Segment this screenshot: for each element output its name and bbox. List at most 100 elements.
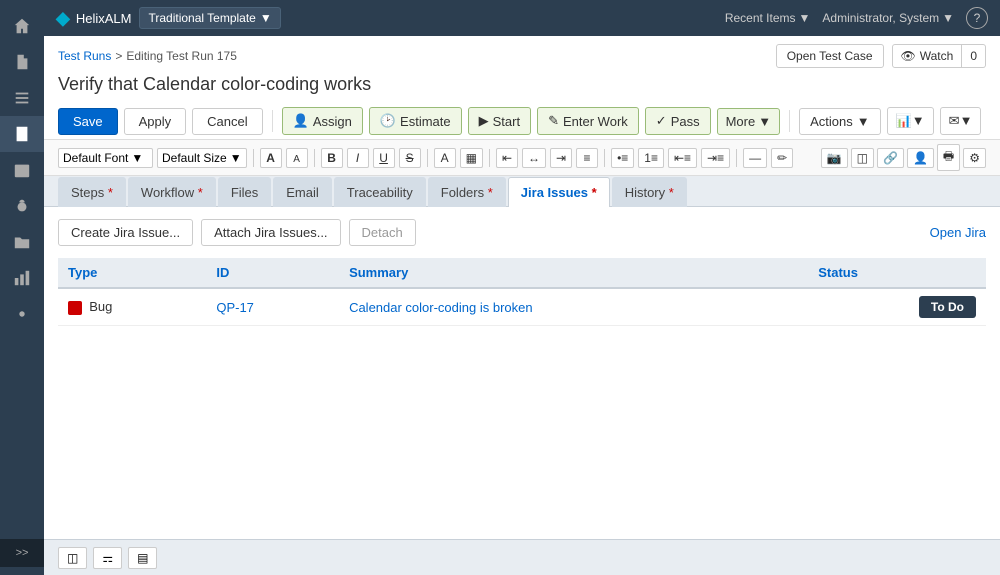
insert-person[interactable]: 👤 <box>907 148 934 168</box>
help-button[interactable]: ? <box>966 7 988 29</box>
tab-files[interactable]: Files <box>218 177 271 207</box>
open-jira-link[interactable]: Open Jira <box>930 225 986 240</box>
cancel-button[interactable]: Cancel <box>192 108 262 135</box>
enter-work-button[interactable]: ✎ Enter Work <box>537 107 639 135</box>
pass-button[interactable]: ✓ Pass <box>645 107 711 135</box>
breadcrumb-link[interactable]: Test Runs <box>58 49 111 63</box>
watch-button[interactable]: 👁 Watch <box>892 44 963 68</box>
view-columns-button[interactable]: ⚎ <box>93 547 122 569</box>
sidebar-item-bug[interactable] <box>0 188 44 224</box>
tab-jira-issues[interactable]: Jira Issues * <box>508 177 610 207</box>
breadcrumb-current: Editing Test Run 175 <box>126 49 237 63</box>
format-italic[interactable]: I <box>347 148 369 168</box>
user-menu-link[interactable]: Administrator, System ▼ <box>822 11 954 25</box>
tab-folders[interactable]: Folders * <box>428 177 506 207</box>
watch-label: Watch <box>920 49 954 63</box>
insert-link[interactable]: 🔗 <box>877 148 904 168</box>
sidebar-item-settings[interactable] <box>0 296 44 332</box>
tab-history[interactable]: History * <box>612 177 687 207</box>
view-grid-button[interactable]: ◫ <box>58 547 87 569</box>
align-center[interactable]: ↔ <box>522 148 546 168</box>
fmt-sep-5 <box>604 149 605 167</box>
tab-steps[interactable]: Steps * <box>58 177 126 207</box>
start-button[interactable]: ▶ Start <box>468 107 531 135</box>
insert-rule[interactable]: — <box>743 148 767 168</box>
sidebar-expand-btn[interactable]: >> <box>0 539 44 567</box>
apply-button[interactable]: Apply <box>124 108 187 135</box>
format-bold[interactable]: B <box>321 148 343 168</box>
estimate-label: Estimate <box>400 114 451 129</box>
col-header-id: ID <box>206 258 339 288</box>
sidebar-item-list[interactable] <box>0 80 44 116</box>
sidebar-item-chart[interactable] <box>0 260 44 296</box>
sidebar-item-test[interactable] <box>0 116 44 152</box>
start-label: Start <box>493 114 520 129</box>
fmt-sep-3 <box>427 149 428 167</box>
cell-status: To Do <box>808 288 986 326</box>
sidebar-item-calendar[interactable] <box>0 152 44 188</box>
print[interactable]: 🖶 <box>937 144 960 171</box>
align-justify[interactable]: ≡ <box>576 148 598 168</box>
fmt-sep-1 <box>253 149 254 167</box>
breadcrumb-separator: > <box>115 49 122 63</box>
topbar-left: ◆ HelixALM Traditional Template ▼ <box>56 7 281 29</box>
watch-count: 0 <box>962 44 986 68</box>
attach-jira-issues-button[interactable]: Attach Jira Issues... <box>201 219 340 246</box>
indent-decrease[interactable]: ⇤≡ <box>668 148 697 168</box>
table-row[interactable]: Bug QP-17 Calendar color-coding is broke… <box>58 288 986 326</box>
open-test-case-button[interactable]: Open Test Case <box>776 44 884 68</box>
format-strikethrough[interactable]: S <box>399 148 421 168</box>
format-highlight[interactable]: A <box>434 148 456 168</box>
save-button[interactable]: Save <box>58 108 118 135</box>
format-underline[interactable]: U <box>373 148 395 168</box>
indent-increase[interactable]: ⇥≡ <box>701 148 730 168</box>
create-jira-issue-button[interactable]: Create Jira Issue... <box>58 219 193 246</box>
size-select[interactable]: Default Size ▼ <box>157 148 247 168</box>
fmt-sep-6 <box>736 149 737 167</box>
align-right[interactable]: ⇥ <box>550 148 572 168</box>
view-list-button[interactable]: ▤ <box>128 547 157 569</box>
sidebar-item-folder[interactable] <box>0 224 44 260</box>
main-content: ◆ HelixALM Traditional Template ▼ Recent… <box>44 0 1000 575</box>
recent-items-link[interactable]: Recent Items ▼ <box>725 11 811 25</box>
tab-workflow[interactable]: Workflow * <box>128 177 216 207</box>
fmt-right-tools: 📷 ◫ 🔗 👤 🖶 ⚙ <box>821 144 986 171</box>
pass-icon: ✓ <box>656 113 667 129</box>
summary-link[interactable]: Calendar color-coding is broken <box>349 300 533 315</box>
breadcrumb-bar: Test Runs > Editing Test Run 175 Open Te… <box>44 36 1000 72</box>
sidebar-item-document[interactable] <box>0 44 44 80</box>
format-color[interactable]: ▦ <box>460 148 483 168</box>
format-decrease-font[interactable]: A <box>286 148 308 168</box>
font-select[interactable]: Default Font ▼ <box>58 148 153 168</box>
estimate-button[interactable]: 🕑 Estimate <box>369 107 462 135</box>
col-header-summary: Summary <box>339 258 808 288</box>
breadcrumb: Test Runs > Editing Test Run 175 <box>58 49 237 63</box>
font-dropdown-icon: ▼ <box>131 151 143 165</box>
cell-summary: Calendar color-coding is broken <box>339 288 808 326</box>
assign-button[interactable]: 👤 Assign <box>282 107 363 135</box>
enter-work-label: Enter Work <box>563 114 628 129</box>
sidebar-item-home[interactable] <box>0 8 44 44</box>
list-unordered[interactable]: •≡ <box>611 148 634 168</box>
format-special[interactable]: ✏ <box>771 148 793 168</box>
col-header-status: Status <box>808 258 986 288</box>
align-left[interactable]: ⇤ <box>496 148 518 168</box>
more-button[interactable]: More ▼ <box>717 108 781 135</box>
format-increase-font[interactable]: A <box>260 148 282 168</box>
tab-steps-modified: * <box>108 185 113 200</box>
list-ordered[interactable]: 1≡ <box>638 148 664 168</box>
insert-table[interactable]: ◫ <box>851 148 874 168</box>
insert-image[interactable]: 📷 <box>821 148 848 168</box>
accessibility[interactable]: ⚙ <box>963 148 986 168</box>
tab-traceability[interactable]: Traceability <box>334 177 426 207</box>
detach-button[interactable]: Detach <box>349 219 416 246</box>
actions-dropdown-icon: ▼ <box>857 114 870 129</box>
template-selector[interactable]: Traditional Template ▼ <box>139 7 280 29</box>
chart-button[interactable]: 📊▼ <box>887 107 934 135</box>
actions-menu-button[interactable]: Actions ▼ <box>799 108 881 135</box>
jira-action-toolbar: Create Jira Issue... Attach Jira Issues.… <box>58 219 986 246</box>
tab-email[interactable]: Email <box>273 177 332 207</box>
more-label: More <box>726 114 756 129</box>
email-button[interactable]: ✉▼ <box>940 107 982 135</box>
brand-name: HelixALM <box>76 11 132 26</box>
